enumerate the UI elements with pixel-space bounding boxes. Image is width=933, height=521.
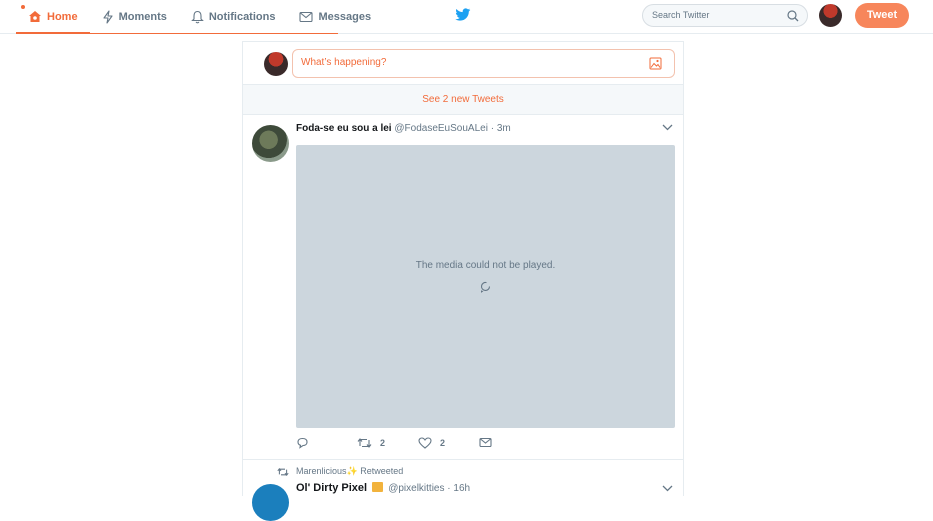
lightning-icon (103, 9, 113, 24)
nav-moments-label: Moments (118, 10, 167, 23)
reload-icon[interactable] (479, 280, 492, 293)
reply-button[interactable] (296, 437, 317, 449)
profile-avatar[interactable] (819, 4, 842, 27)
retweet-icon (357, 438, 372, 448)
tweet-timestamp[interactable]: 3m (497, 123, 511, 134)
compose-input[interactable]: What’s happening? (292, 49, 675, 78)
search-placeholder: Search Twitter (652, 10, 710, 20)
tweet-header: Foda-se eu sou a lei @FodaseEuSouALei · … (296, 123, 511, 134)
main-nav: Home Moments Notifications Messages (16, 0, 383, 34)
like-button[interactable]: 2 (418, 437, 445, 449)
envelope-icon (479, 437, 492, 448)
search-icon[interactable] (787, 10, 799, 22)
nav-notifications-label: Notifications (208, 10, 276, 23)
chevron-down-icon[interactable] (662, 485, 673, 492)
direct-message-button[interactable] (479, 437, 500, 448)
nav-home-label: Home (47, 10, 78, 23)
nav-moments[interactable]: Moments (90, 0, 179, 33)
compose-box: What’s happening? (243, 41, 683, 85)
see-new-tweets-bar[interactable]: See 2 new Tweets (243, 85, 683, 115)
tweet-author-avatar[interactable] (252, 484, 289, 521)
retweet-context: Marenlicious✨ Retweeted (277, 466, 403, 477)
timeline: What’s happening? See 2 new Tweets Foda-… (242, 41, 684, 521)
tweet-separator: · (487, 123, 497, 134)
compose-placeholder: What’s happening? (301, 57, 387, 68)
media-error-message: The media could not be played. (415, 260, 556, 271)
heart-icon (418, 437, 432, 449)
tweet-author-avatar[interactable] (252, 125, 289, 162)
nav-messages-label: Messages (318, 10, 372, 23)
retweet-button[interactable]: 2 (357, 437, 385, 449)
compose-avatar (264, 52, 288, 76)
tweet-author-handle[interactable]: @pixelkitties (388, 483, 444, 494)
retweet-count: 2 (380, 438, 386, 448)
tweet-card[interactable]: Marenlicious✨ Retweeted Ol' Dirty Pixel … (243, 461, 683, 521)
like-count: 2 (440, 438, 446, 448)
nav-accent-line (84, 33, 338, 34)
bell-icon (191, 10, 204, 23)
chevron-down-icon[interactable] (662, 124, 673, 131)
beer-emoji-icon (372, 482, 384, 492)
nav-notifications[interactable]: Notifications (179, 0, 288, 33)
tweet-button[interactable]: Tweet (855, 3, 909, 28)
tweet-author-name[interactable]: Ol' Dirty Pixel (296, 482, 367, 494)
tweet-actions: 2 2 (296, 437, 675, 451)
retweeted-by-label[interactable]: Marenlicious✨ Retweeted (296, 466, 403, 477)
top-navigation-bar: Home Moments Notifications Messages Sear… (0, 0, 933, 34)
twitter-bird-icon[interactable] (455, 8, 471, 27)
envelope-icon (299, 11, 314, 22)
nav-messages[interactable]: Messages (287, 0, 383, 33)
add-photo-icon[interactable] (649, 57, 662, 70)
tweet-card[interactable]: Foda-se eu sou a lei @FodaseEuSouALei · … (243, 116, 683, 460)
retweet-icon (277, 467, 289, 476)
home-icon (29, 11, 41, 22)
tweet-author-handle[interactable]: @FodaseEuSouALei (394, 123, 488, 134)
tweet-author-name[interactable]: Foda-se eu sou a lei (296, 123, 392, 134)
search-input[interactable]: Search Twitter (642, 4, 808, 27)
new-activity-dot (21, 5, 25, 9)
media-player[interactable]: The media could not be played. (296, 145, 675, 428)
tweet-header: Ol' Dirty Pixel @pixelkitties · 16h (296, 482, 470, 494)
reply-icon (297, 437, 308, 449)
nav-home[interactable]: Home (16, 0, 90, 34)
tweet-timestamp[interactable]: 16h (453, 483, 470, 494)
